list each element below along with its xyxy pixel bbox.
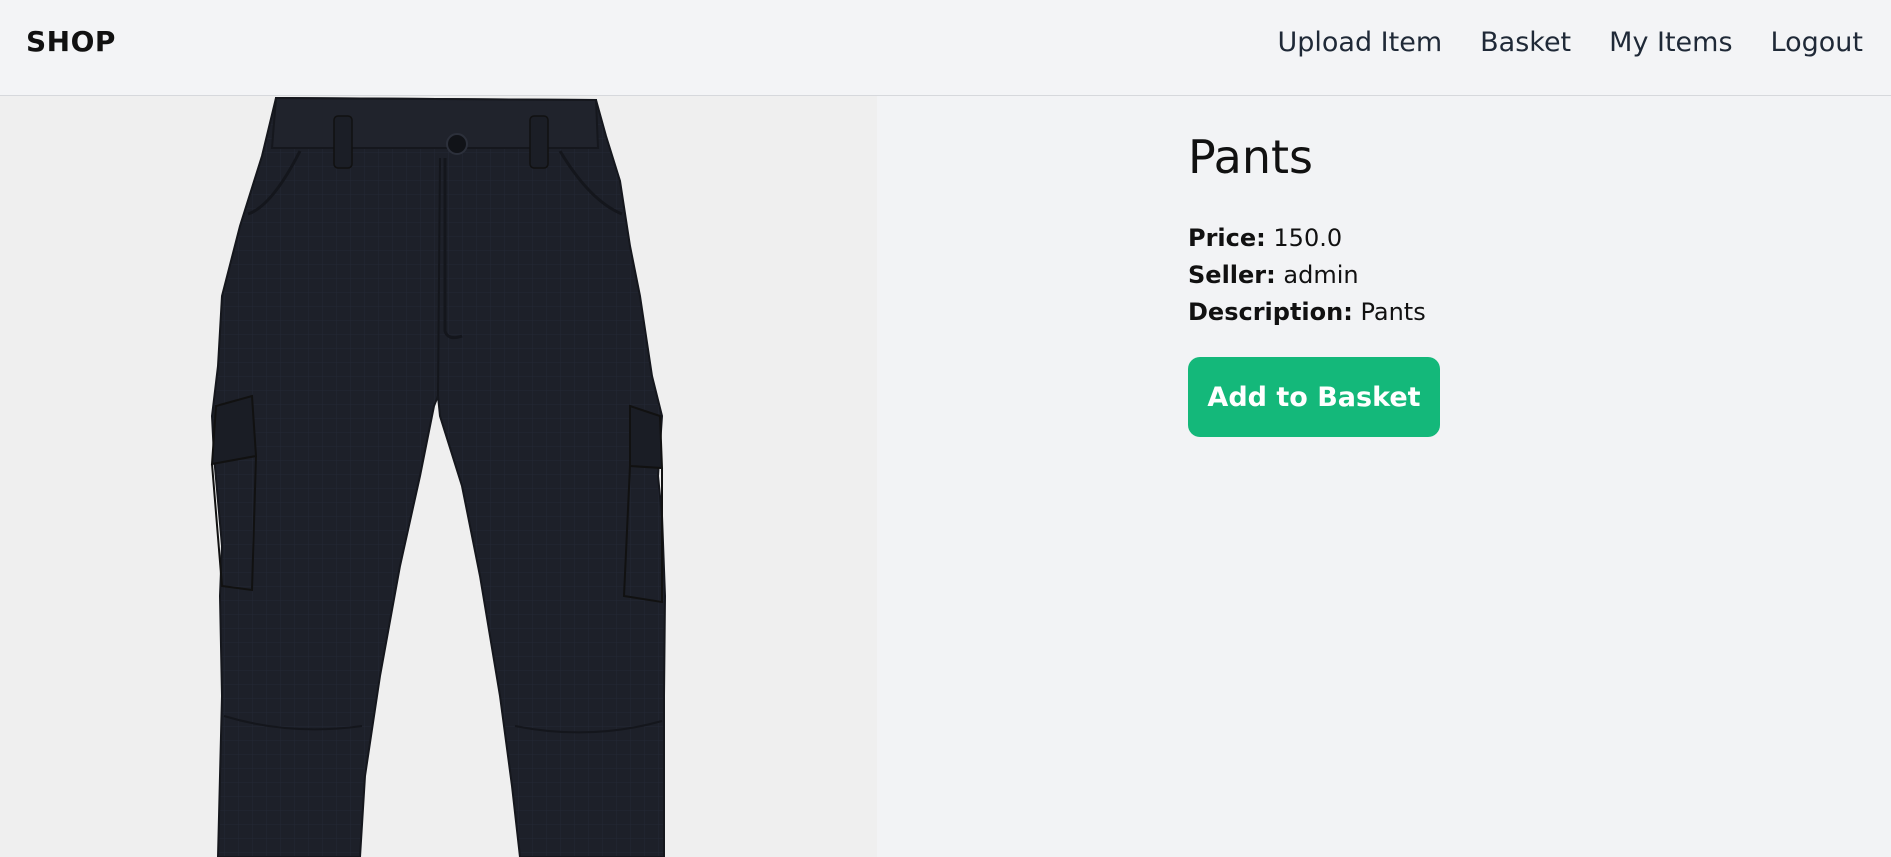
pants-illustration bbox=[210, 96, 667, 857]
brand-logo[interactable]: SHOP bbox=[26, 25, 116, 58]
nav-upload-item[interactable]: Upload Item bbox=[1277, 27, 1442, 58]
product-details: Pants Price: 150.0 Seller: admin Descrip… bbox=[1188, 130, 1440, 437]
price-value: 150.0 bbox=[1273, 224, 1343, 252]
nav-links: Upload Item Basket My Items Logout bbox=[1277, 27, 1863, 58]
seller-label: Seller: bbox=[1188, 261, 1276, 289]
seller-row: Seller: admin bbox=[1188, 257, 1440, 294]
product-title: Pants bbox=[1188, 130, 1314, 184]
price-row: Price: 150.0 bbox=[1188, 220, 1440, 257]
nav-basket[interactable]: Basket bbox=[1480, 27, 1571, 58]
product-image bbox=[0, 96, 877, 857]
nav-my-items[interactable]: My Items bbox=[1609, 27, 1732, 58]
add-to-basket-button[interactable]: Add to Basket bbox=[1188, 357, 1440, 437]
description-label: Description: bbox=[1188, 298, 1353, 326]
description-value: Pants bbox=[1360, 298, 1426, 326]
nav-logout[interactable]: Logout bbox=[1771, 27, 1863, 58]
seller-value: admin bbox=[1283, 261, 1359, 289]
navbar: SHOP Upload Item Basket My Items Logout bbox=[0, 0, 1891, 96]
description-row: Description: Pants bbox=[1188, 294, 1440, 331]
price-label: Price: bbox=[1188, 224, 1266, 252]
